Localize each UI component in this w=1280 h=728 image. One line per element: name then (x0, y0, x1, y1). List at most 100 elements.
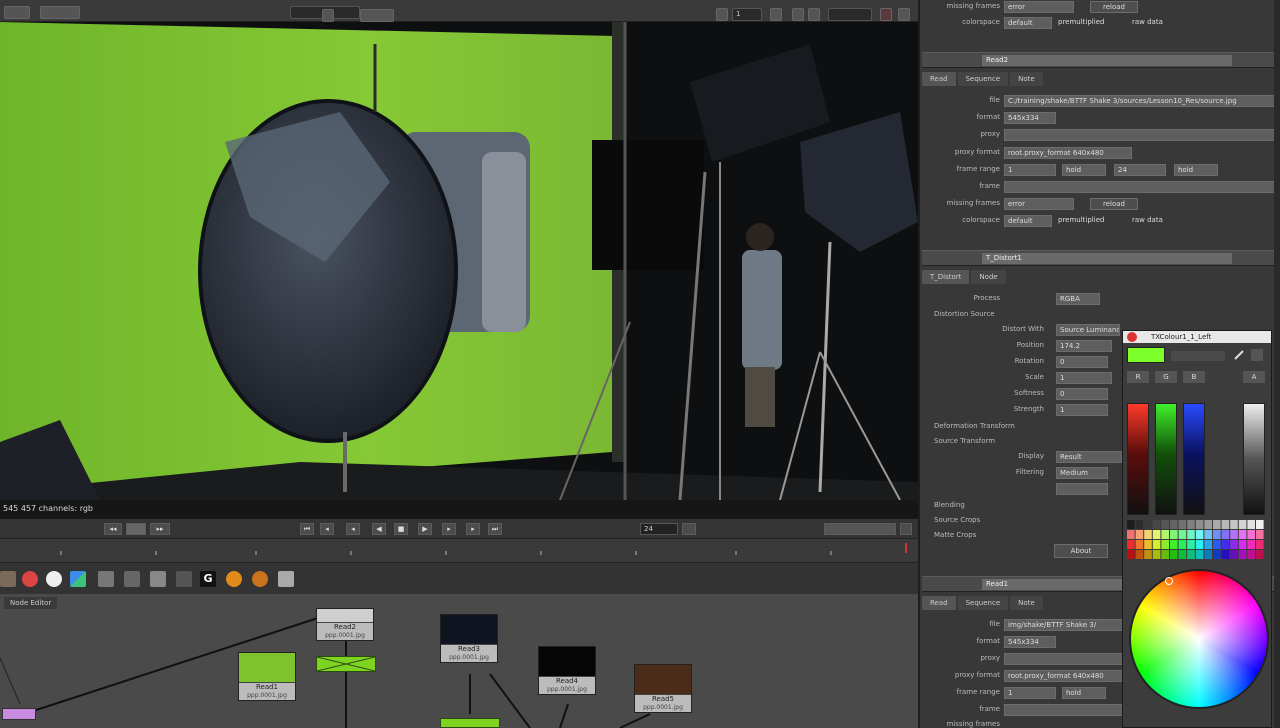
tab-read[interactable]: Read (922, 596, 956, 610)
viewer-ip-icon[interactable] (880, 8, 892, 21)
other-plugin-icon[interactable] (278, 571, 294, 587)
close-icon[interactable] (1127, 332, 1137, 342)
palette-swatch[interactable] (1161, 530, 1169, 539)
palette-swatch[interactable] (1161, 540, 1169, 549)
source-crops-group[interactable]: Source Crops (934, 516, 980, 524)
palette-swatch[interactable] (1152, 540, 1161, 549)
viewer-refresh-icon[interactable] (770, 8, 782, 21)
palette-swatch[interactable] (1178, 530, 1187, 539)
time-tool-icon[interactable] (46, 571, 62, 587)
missing-frames-dropdown[interactable]: error (1004, 1, 1074, 13)
palette-swatch[interactable] (1230, 520, 1238, 529)
palette-swatch[interactable] (1247, 520, 1255, 529)
image-tool-icon[interactable] (0, 571, 16, 587)
raw-data-checkbox[interactable]: raw data (1132, 17, 1182, 29)
palette-swatch[interactable] (1187, 530, 1195, 539)
file-path-field[interactable]: C:/training/shake/BTTF Shake 3/sources/L… (1004, 95, 1280, 107)
prev-frame-button[interactable]: ◂ (346, 523, 360, 535)
palette-swatch[interactable] (1170, 530, 1178, 539)
frame-field[interactable] (1004, 704, 1124, 716)
palette-swatch[interactable] (1221, 540, 1230, 549)
palette-swatch[interactable] (1170, 540, 1178, 549)
display-dropdown[interactable]: Result (1056, 451, 1122, 463)
frame-increment-button[interactable] (682, 523, 696, 535)
palette-swatch[interactable] (1221, 550, 1230, 559)
softness-field[interactable]: 0 (1056, 388, 1108, 400)
raw-data-checkbox[interactable]: raw data (1132, 215, 1182, 227)
frame-range-after-dropdown[interactable]: hold (1174, 164, 1218, 176)
tab-read[interactable]: Read (922, 72, 956, 86)
palette-swatch[interactable] (1144, 550, 1152, 559)
palette-swatch[interactable] (1127, 540, 1135, 549)
palette-swatch[interactable] (1204, 530, 1212, 539)
viewer-compare-dropdown[interactable] (360, 9, 394, 22)
node-name-field[interactable]: T_Distort1 (982, 253, 1232, 264)
palette-swatch[interactable] (1256, 550, 1264, 559)
blending-group[interactable]: Blending (934, 501, 965, 509)
next-keyframe-button[interactable]: ▸▸ (150, 523, 170, 535)
green-mode-button[interactable]: G (1155, 371, 1177, 383)
proxy-field[interactable] (1004, 129, 1280, 141)
palette-swatch[interactable] (1238, 530, 1247, 539)
node-merge[interactable] (316, 656, 376, 672)
tab-note[interactable]: Note (1010, 596, 1043, 610)
palette-swatch[interactable] (1144, 530, 1152, 539)
file-path-field[interactable]: img/shake/BTTF Shake 3/ (1004, 619, 1124, 631)
viewer-y-button[interactable] (322, 9, 334, 22)
stop-button[interactable]: ■ (394, 523, 408, 535)
distort-panel-header[interactable]: T_Distort1 (922, 250, 1280, 266)
palette-swatch[interactable] (1238, 540, 1247, 549)
picker-menu-icon[interactable] (1251, 349, 1263, 361)
node-name-field[interactable]: Read2 (982, 55, 1232, 66)
palette-swatch[interactable] (1161, 550, 1169, 559)
distort-with-dropdown[interactable]: Source Luminance (1056, 324, 1120, 336)
loop-mode-button[interactable] (900, 523, 912, 535)
timeline-playhead[interactable] (905, 543, 907, 553)
proxy-format-dropdown[interactable]: root.proxy_format 640x480 (1004, 147, 1132, 159)
furnace-plugin-icon[interactable] (252, 571, 268, 587)
premultiplied-checkbox[interactable]: premultiplied (1058, 17, 1118, 29)
viewer-lut-dropdown[interactable] (828, 8, 872, 21)
palette-swatch[interactable] (1238, 520, 1247, 529)
filter-tool-icon[interactable] (124, 571, 140, 587)
palette-swatch[interactable] (1135, 550, 1144, 559)
play-backward-button[interactable]: ◀ (372, 523, 386, 535)
blue-slider[interactable] (1183, 403, 1205, 515)
palette-swatch[interactable] (1152, 550, 1161, 559)
palette-swatch[interactable] (1247, 540, 1255, 549)
colorspace-dropdown[interactable]: default (1004, 215, 1052, 227)
palette-swatch[interactable] (1135, 540, 1144, 549)
color-tool-icon[interactable] (98, 571, 114, 587)
sapphire-plugin-icon[interactable] (226, 571, 242, 587)
palette-swatch[interactable] (1256, 530, 1264, 539)
palette-swatch[interactable] (1135, 520, 1144, 529)
node-distort[interactable] (440, 718, 500, 728)
gennarts-plugin-icon[interactable]: G (200, 571, 216, 587)
node-read1[interactable]: Read1 ppp.0001.jpg (238, 652, 296, 701)
process-dropdown[interactable]: RGBA (1056, 293, 1100, 305)
palette-swatch[interactable] (1144, 520, 1152, 529)
first-frame-button[interactable]: ⏮ (300, 523, 314, 535)
palette-swatch[interactable] (1127, 550, 1135, 559)
palette-swatch[interactable] (1230, 530, 1238, 539)
palette-swatch[interactable] (1144, 540, 1152, 549)
red-mode-button[interactable]: R (1127, 371, 1149, 383)
missing-frames-dropdown[interactable]: error (1004, 198, 1074, 210)
frame-range-start-field[interactable]: 1 (1004, 687, 1056, 699)
palette-swatch[interactable] (1221, 520, 1230, 529)
proxy-field[interactable] (1004, 653, 1124, 665)
viewer-grid-icon[interactable] (898, 8, 910, 21)
node-read5[interactable]: Read5 ppp.0001.jpg (634, 664, 692, 713)
palette-swatch[interactable] (1213, 540, 1221, 549)
reload-button[interactable]: reload (1090, 1, 1138, 13)
frame-range-before-dropdown[interactable]: hold (1062, 164, 1106, 176)
last-frame-button[interactable]: ⏭ (488, 523, 502, 535)
tab-t-distort[interactable]: T_Distort (922, 270, 970, 284)
node-viewer[interactable] (2, 708, 36, 720)
palette-swatch[interactable] (1178, 550, 1187, 559)
frame-range-end-field[interactable]: 24 (1114, 164, 1166, 176)
palette-swatch[interactable] (1187, 550, 1195, 559)
viewer-zoom-field[interactable]: 1 (732, 8, 762, 21)
palette-swatch[interactable] (1170, 520, 1178, 529)
node-read3[interactable]: Read3 ppp.0001.jpg (440, 614, 498, 663)
